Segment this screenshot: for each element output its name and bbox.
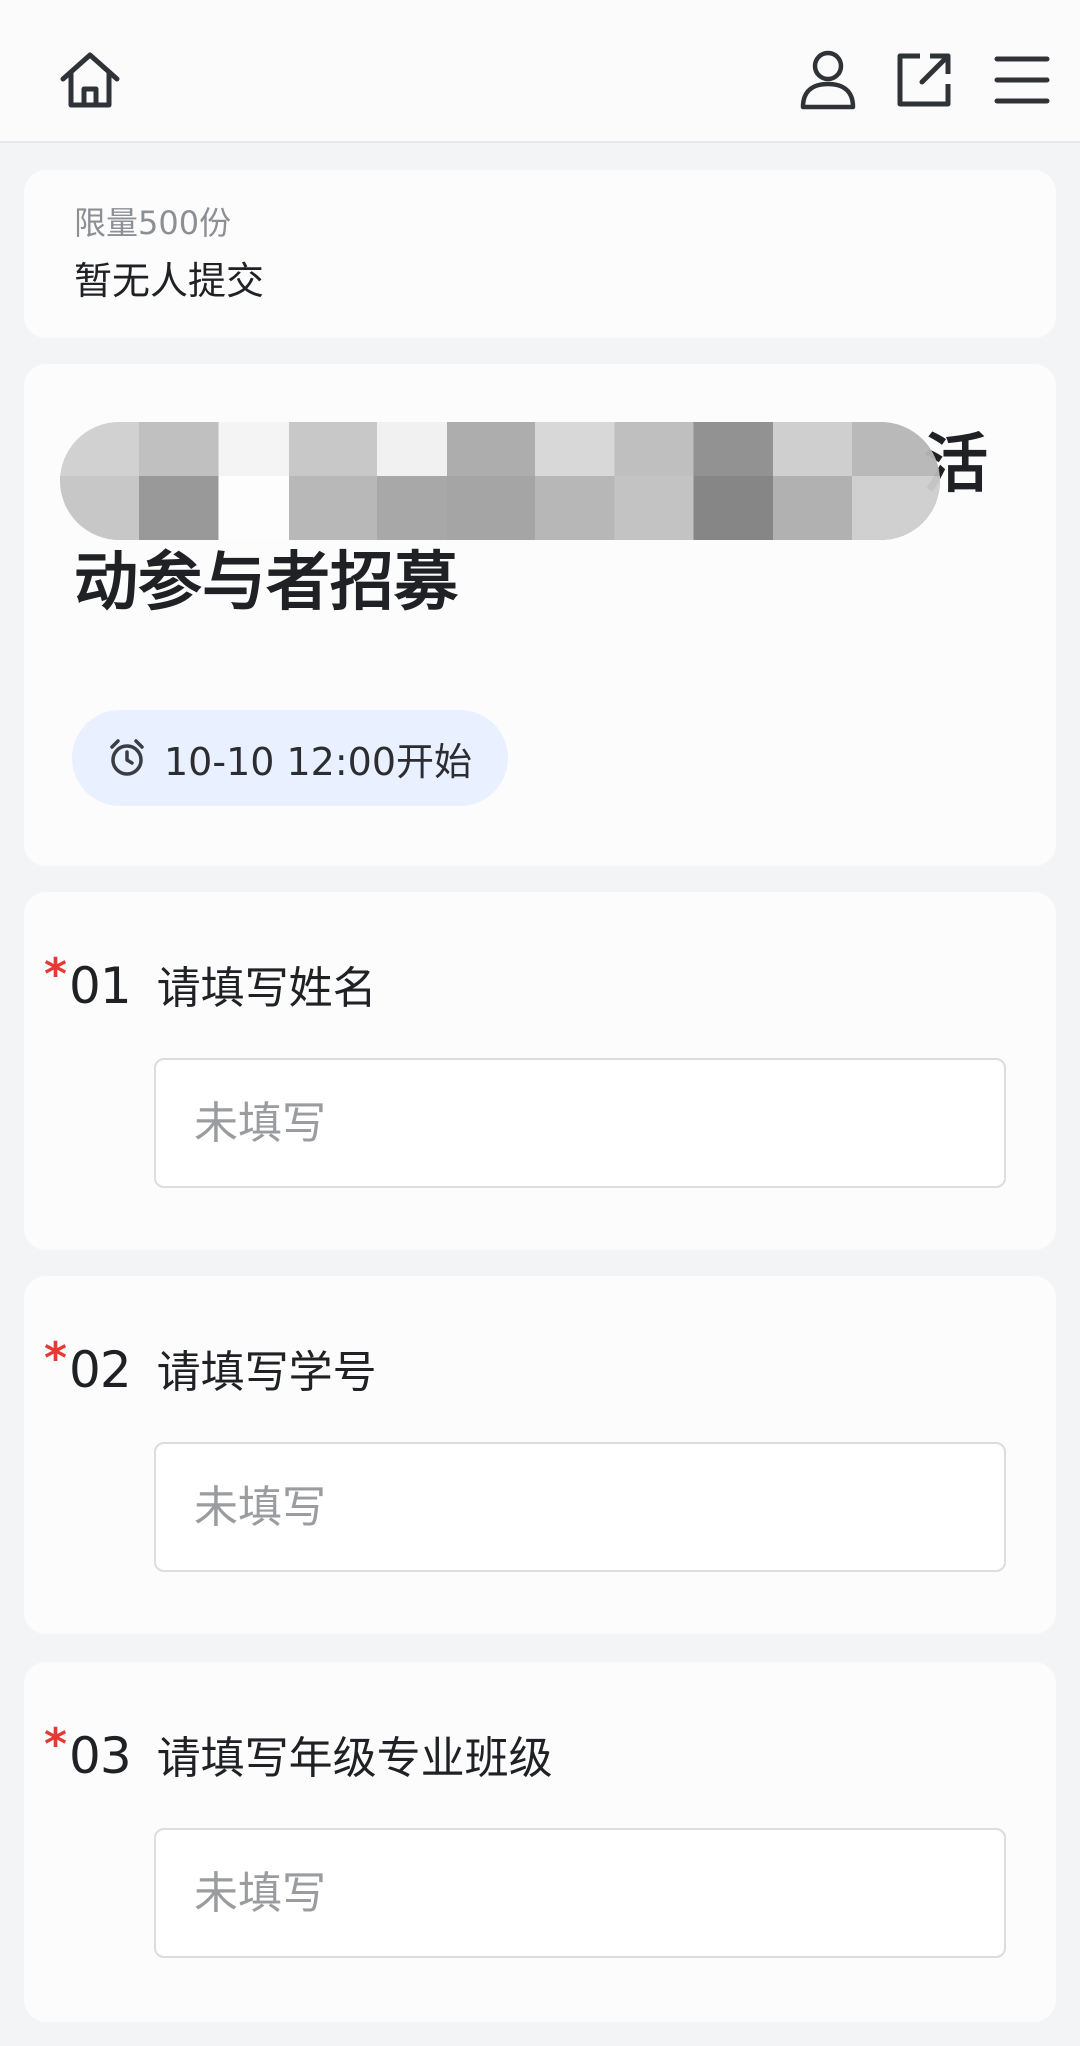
question-number: 03 xyxy=(69,1727,132,1785)
question-number: 02 xyxy=(69,1341,132,1399)
alarm-clock-icon xyxy=(110,739,144,776)
menu-button[interactable] xyxy=(982,40,1062,120)
question-label: 请填写学号 xyxy=(156,1347,377,1398)
question-card: * 01 请填写姓名 xyxy=(24,892,1056,1250)
quota-limit: 限量500份 xyxy=(74,204,232,242)
question-label: 请填写年级专业班级 xyxy=(156,1733,553,1784)
home-icon xyxy=(60,52,120,108)
student-id-input[interactable] xyxy=(154,1442,1006,1572)
required-marker: * xyxy=(44,1333,68,1384)
top-bar xyxy=(0,0,1080,143)
question-card: * 03 请填写年级专业班级 xyxy=(24,1662,1056,2022)
required-marker: * xyxy=(44,1719,68,1770)
question-header: * 02 请填写学号 xyxy=(44,1333,377,1400)
share-button[interactable] xyxy=(884,40,964,120)
start-time-text: 10-10 12:00开始 xyxy=(164,739,473,784)
start-time-badge: 10-10 12:00开始 xyxy=(72,710,509,806)
home-button[interactable] xyxy=(50,40,130,120)
question-header: * 03 请填写年级专业班级 xyxy=(44,1719,553,1786)
question-header: * 01 请填写姓名 xyxy=(44,949,377,1016)
share-icon xyxy=(897,53,951,107)
required-marker: * xyxy=(44,949,68,1000)
user-button[interactable] xyxy=(788,40,868,120)
user-icon xyxy=(800,50,856,110)
question-label: 请填写姓名 xyxy=(156,963,377,1014)
submission-status: 暂无人提交 xyxy=(74,259,265,303)
question-card: * 02 请填写学号 xyxy=(24,1276,1056,1634)
redacted-title-region xyxy=(60,422,940,540)
grade-major-class-input[interactable] xyxy=(154,1828,1006,1958)
summary-card: 限量500份 暂无人提交 xyxy=(24,170,1056,338)
name-input[interactable] xyxy=(154,1058,1006,1188)
menu-icon xyxy=(994,56,1050,104)
event-card: 活动参与者招募 10-10 12:00开始 xyxy=(24,364,1056,866)
question-number: 01 xyxy=(69,957,132,1015)
